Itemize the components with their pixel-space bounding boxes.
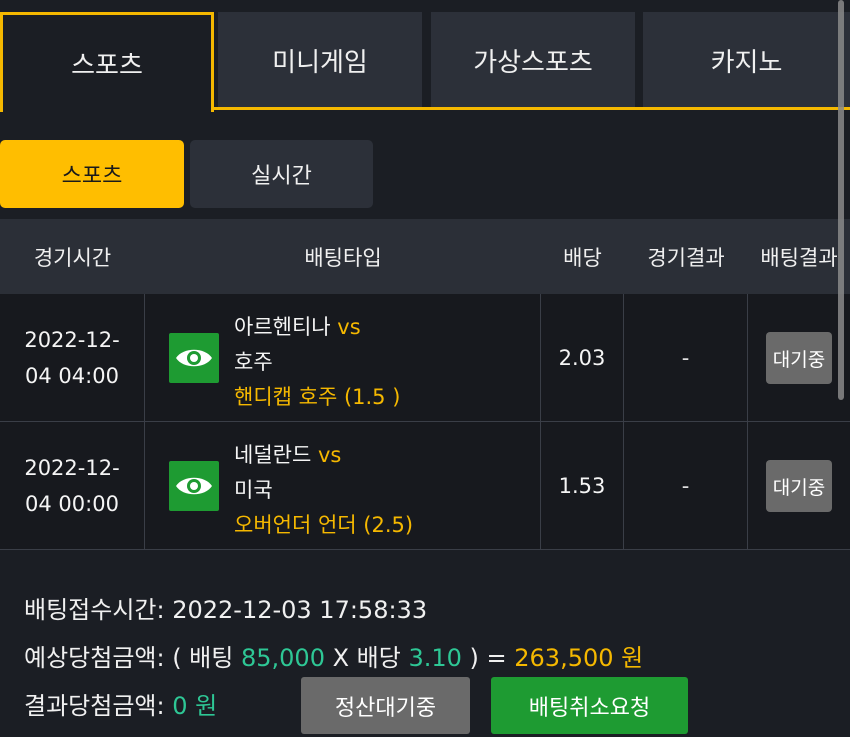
match-result: - [624, 294, 748, 422]
tab-sports[interactable]: 스포츠 [0, 12, 214, 112]
result-label: 결과당첨금액: [24, 692, 173, 720]
bet-result-cell: 대기중 [748, 294, 850, 422]
match-time-line1: 2022-12- [24, 328, 120, 352]
scrollbar[interactable] [838, 0, 844, 400]
result-winnings: 결과당첨금액: 0 원 [24, 686, 217, 721]
match-time: 2022-12- 04 04:00 [0, 294, 145, 422]
table-row: 2022-12- 04 04:00 아르헨티나 vs 호주 핸디캡 호주 (1.… [0, 294, 850, 422]
match-time-line1: 2022-12- [24, 456, 120, 480]
tab-minigame[interactable]: 미니게임 [218, 12, 422, 108]
odds-value: 2.03 [541, 294, 624, 422]
vs-label: vs [317, 443, 342, 467]
tab-virtual-sports-label: 가상스포츠 [473, 47, 593, 78]
result-value: 0 원 [172, 692, 218, 720]
tab-casino-label: 카지노 [710, 47, 783, 78]
bet-result-cell: 대기중 [748, 422, 850, 550]
total-odds: 3.10 [408, 644, 462, 672]
table-row: 2022-12- 04 00:00 네덜란드 vs 미국 오버언더 언더 (2.… [0, 422, 850, 550]
tab-underline [212, 107, 850, 110]
match-result: - [624, 422, 748, 550]
header-odds: 배당 [563, 245, 602, 270]
match-time-line2: 04 00:00 [25, 492, 119, 516]
vs-label: vs [337, 315, 361, 339]
header-match-result: 경기결과 [647, 245, 725, 270]
expected-label: 예상당첨금액: ( 배팅 [24, 644, 241, 672]
subtab-live-label: 실시간 [251, 164, 312, 189]
cancel-bet-button[interactable]: 배팅취소요청 [491, 677, 688, 734]
bet-amount: 85,000 [240, 644, 325, 672]
status-badge: 대기중 [766, 332, 832, 384]
tab-sports-label: 스포츠 [71, 51, 143, 81]
table-header: 경기시간 배팅타입 배당 경기결과 배팅결과 [0, 219, 850, 294]
expected-eq: ) = [461, 644, 515, 672]
bet-selection: 핸디캡 호주 (1.5 ) [234, 385, 401, 409]
match-time-line2: 04 04:00 [25, 364, 119, 388]
away-team: 호주 [234, 350, 273, 374]
header-bet-type: 배팅타입 [304, 245, 382, 270]
subtab-sports-label: 스포츠 [61, 164, 123, 189]
match-info: 네덜란드 vs 미국 오버언더 언더 (2.5) [234, 438, 413, 543]
bet-received-time: 배팅접수시간: 2022-12-03 17:58:33 [24, 590, 427, 625]
odds-value: 1.53 [541, 422, 624, 550]
home-team: 아르헨티나 [234, 315, 331, 339]
view-match-button[interactable] [169, 333, 219, 383]
expected-winnings: 예상당첨금액: ( 배팅 85,000 X 배당 3.10 ) = 263,50… [24, 638, 643, 673]
settlement-pending-button[interactable]: 정산대기중 [301, 677, 470, 734]
eye-icon [176, 477, 212, 495]
status-badge: 대기중 [766, 460, 832, 512]
expected-total: 263,500 원 [514, 644, 644, 672]
match-time: 2022-12- 04 00:00 [0, 422, 145, 550]
tab-virtual-sports[interactable]: 가상스포츠 [431, 12, 635, 108]
received-label: 배팅접수시간: [24, 596, 173, 624]
away-team: 미국 [234, 478, 273, 502]
expected-x: X 배당 [324, 644, 409, 672]
top-tab-bar: 스포츠 미니게임 가상스포츠 카지노 [0, 0, 850, 112]
subtab-live[interactable]: 실시간 [190, 140, 373, 208]
home-team: 네덜란드 [234, 443, 312, 467]
bet-type-cell: 네덜란드 vs 미국 오버언더 언더 (2.5) [145, 422, 541, 550]
bet-selection: 오버언더 언더 (2.5) [234, 513, 414, 537]
tab-minigame-label: 미니게임 [272, 47, 368, 78]
view-match-button[interactable] [169, 461, 219, 511]
header-match-time: 경기시간 [33, 245, 112, 270]
received-value: 2022-12-03 17:58:33 [172, 596, 428, 624]
subtab-sports[interactable]: 스포츠 [0, 140, 184, 208]
header-bet-result: 배팅결과 [760, 245, 838, 270]
match-info: 아르헨티나 vs 호주 핸디캡 호주 (1.5 ) [234, 310, 400, 415]
tab-casino[interactable]: 카지노 [643, 12, 850, 108]
eye-icon [176, 349, 212, 367]
bet-type-cell: 아르헨티나 vs 호주 핸디캡 호주 (1.5 ) [145, 294, 541, 422]
